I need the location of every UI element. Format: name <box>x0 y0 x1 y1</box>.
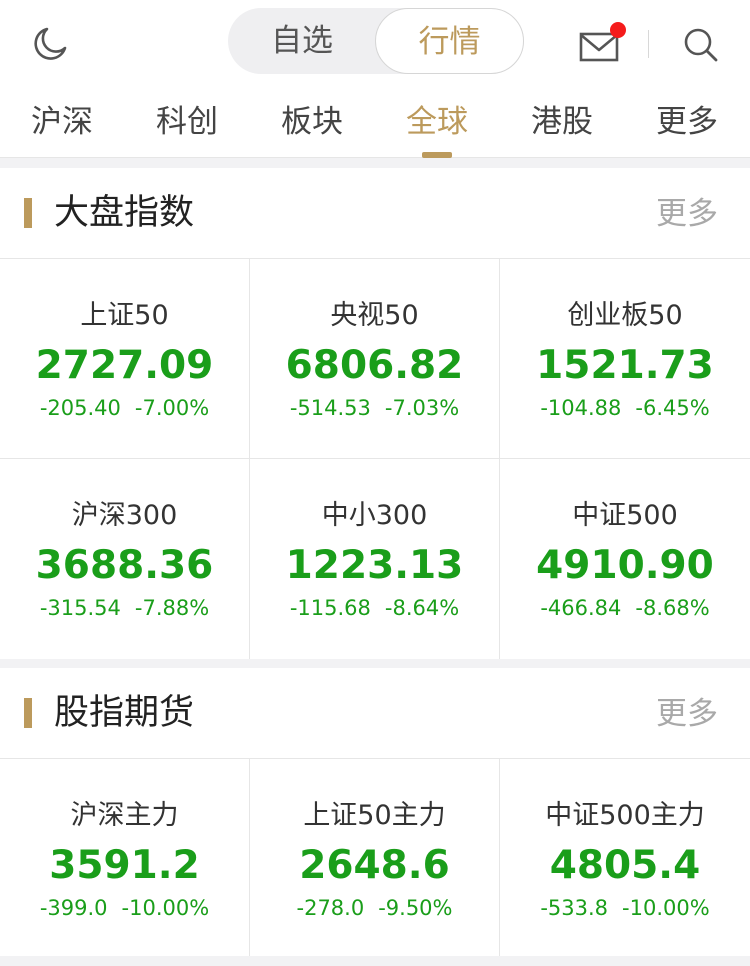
index-price: 3688.36 <box>35 543 214 588</box>
segment-market[interactable]: 行情 <box>375 8 524 74</box>
change-percent: -9.50% <box>378 896 453 920</box>
search-icon[interactable] <box>682 26 720 64</box>
tab-global[interactable]: 全球 <box>392 102 482 142</box>
tab-sectors[interactable]: 板块 <box>267 102 357 142</box>
futures-name: 沪深主力 <box>70 800 179 831</box>
index-name: 央视50 <box>330 300 419 331</box>
change-percent: -8.68% <box>635 596 710 620</box>
index-name: 上证50 <box>80 300 169 331</box>
section-header: 股指期货 更多 <box>0 668 750 759</box>
futures-card[interactable]: 中证500主力 4805.4 -533.8 -10.00% <box>500 759 750 956</box>
section-title: 股指期货 <box>54 693 195 733</box>
index-card[interactable]: 中证500 4910.90 -466.84 -8.68% <box>500 459 750 659</box>
top-bar: 自选 行情 <box>0 0 750 84</box>
moon-icon[interactable] <box>30 24 70 64</box>
futures-change: -533.8 -10.00% <box>500 895 750 921</box>
index-price: 2727.09 <box>35 343 214 388</box>
segment-watchlist[interactable]: 自选 <box>228 8 376 74</box>
index-change: -466.84 -8.68% <box>500 595 750 621</box>
index-change: -205.40 -7.00% <box>0 395 249 421</box>
tab-shanghai-shenzhen[interactable]: 沪深 <box>17 102 107 142</box>
index-card[interactable]: 中小300 1223.13 -115.68 -8.64% <box>250 459 500 659</box>
change-percent: -10.00% <box>622 896 710 920</box>
section-index-futures: 股指期货 更多 沪深主力 3591.2 -399.0 -10.00% 上证50主力… <box>0 668 750 956</box>
index-change: -104.88 -6.45% <box>500 395 750 421</box>
index-price: 4910.90 <box>536 543 714 588</box>
change-percent: -10.00% <box>121 896 210 920</box>
change-percent: -7.03% <box>384 396 460 420</box>
change-percent: -8.64% <box>384 596 460 620</box>
change-value: -205.40 <box>39 396 121 420</box>
change-percent: -7.00% <box>134 396 210 420</box>
index-card[interactable]: 创业板50 1521.73 -104.88 -6.45% <box>500 259 750 459</box>
futures-change: -399.0 -10.00% <box>0 895 249 921</box>
index-price: 1521.73 <box>536 343 714 388</box>
futures-card[interactable]: 上证50主力 2648.6 -278.0 -9.50% <box>250 759 500 956</box>
change-value: -514.53 <box>289 396 371 420</box>
index-name: 沪深300 <box>71 500 178 531</box>
change-value: -115.68 <box>289 596 371 620</box>
index-name: 中小300 <box>321 500 428 531</box>
change-value: -315.54 <box>39 596 121 620</box>
index-name: 中证500 <box>572 500 678 531</box>
futures-name: 中证500主力 <box>545 800 705 831</box>
index-change: -315.54 -7.88% <box>0 595 249 621</box>
change-percent: -7.88% <box>134 596 210 620</box>
change-value: -399.0 <box>39 896 108 920</box>
unread-badge <box>610 22 626 38</box>
section-accent-bar <box>24 698 32 728</box>
tab-hong-kong[interactable]: 港股 <box>517 102 607 142</box>
futures-name: 上证50主力 <box>303 800 446 831</box>
futures-price: 4805.4 <box>549 843 701 888</box>
index-card[interactable]: 央视50 6806.82 -514.53 -7.03% <box>250 259 500 459</box>
change-value: -278.0 <box>296 896 365 920</box>
futures-card[interactable]: 沪深主力 3591.2 -399.0 -10.00% <box>0 759 250 956</box>
index-change: -514.53 -7.03% <box>250 395 499 421</box>
index-card[interactable]: 沪深300 3688.36 -315.54 -7.88% <box>0 459 250 659</box>
tab-star-market[interactable]: 科创 <box>142 102 232 142</box>
view-segmented-control: 自选 行情 <box>228 8 524 74</box>
change-percent: -6.45% <box>635 396 710 420</box>
section-accent-bar <box>24 198 32 228</box>
index-price: 1223.13 <box>285 543 464 588</box>
index-card[interactable]: 上证50 2727.09 -205.40 -7.00% <box>0 259 250 459</box>
active-tab-indicator <box>422 152 452 158</box>
change-value: -533.8 <box>540 896 609 920</box>
header-divider <box>648 30 649 58</box>
market-tabs: 沪深 科创 板块 全球 港股 更多 <box>0 84 750 158</box>
futures-price: 2648.6 <box>299 843 450 888</box>
futures-change: -278.0 -9.50% <box>250 895 499 921</box>
section-market-indices: 大盘指数 更多 上证50 2727.09 -205.40 -7.00% 央视50 … <box>0 168 750 659</box>
index-price: 6806.82 <box>285 343 464 388</box>
index-change: -115.68 -8.64% <box>250 595 499 621</box>
section-title: 大盘指数 <box>54 193 195 233</box>
change-value: -466.84 <box>540 596 622 620</box>
more-link[interactable]: 更多 <box>656 694 718 734</box>
index-name: 创业板50 <box>567 300 683 331</box>
change-value: -104.88 <box>540 396 622 420</box>
section-header: 大盘指数 更多 <box>0 168 750 259</box>
futures-price: 3591.2 <box>49 843 200 888</box>
tab-more[interactable]: 更多 <box>642 102 732 142</box>
more-link[interactable]: 更多 <box>656 194 718 234</box>
